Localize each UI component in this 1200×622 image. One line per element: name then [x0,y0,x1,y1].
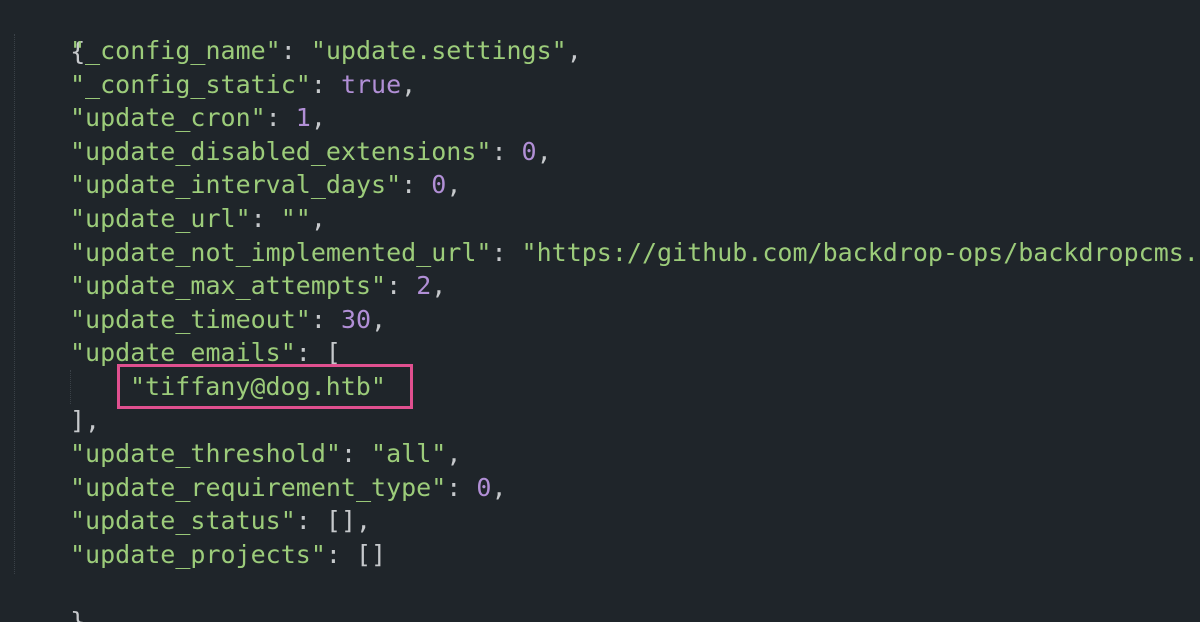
code-line: "update_emails": [ [70,336,341,370]
json-key: "update_url" [70,204,251,233]
nested-indent-guide [70,370,71,404]
code-line: "update_not_implemented_url": "https://g… [70,236,1200,270]
json-key: "update_projects" [70,540,326,569]
json-trailing-comma: , [401,69,417,99]
json-value: [] [355,540,387,569]
json-key: "update_not_implemented_url" [70,237,492,267]
code-line: "update_interval_days": 0, [70,168,461,202]
code-line: "update_projects": [] [70,538,386,572]
code-line: "update_status": [], [70,504,371,538]
close-brace-line: } [10,571,85,622]
json-separator: : [265,103,296,133]
json-value: 2 [416,271,432,301]
json-separator: : [250,204,281,233]
json-separator: : [310,69,341,99]
json-key: "_config_static" [70,69,311,99]
json-value: true [340,69,402,99]
json-trailing-comma: , [310,103,326,133]
json-value: "" [280,204,311,233]
close-brace: } [70,607,86,622]
code-editor[interactable]: { "_config_name": "update.settings", "_co… [0,0,1200,622]
code-line: ], [70,404,100,438]
json-separator: : [295,506,326,536]
json-key: "update_max_attempts" [70,271,387,301]
json-separator: : [491,136,522,166]
code-line: "update_url": "", [70,202,326,236]
json-value: [ [325,338,341,368]
json-key: "update_status" [70,506,296,536]
json-value: "update.settings" [310,36,567,65]
json-key: "_config_name" [70,36,281,65]
json-key: "update_disabled_extensions" [70,136,492,166]
json-separator: : [386,271,417,301]
json-trailing-comma: , [491,472,507,502]
json-trailing-comma: , [446,439,462,469]
json-value: [] [325,506,356,536]
open-brace-line: { [10,1,85,66]
json-key: "update_cron" [70,103,266,133]
json-trailing-comma: , [566,36,582,65]
json-value: 1 [295,103,311,133]
json-trailing-comma: , [431,271,447,301]
json-trailing-comma: , [356,506,372,536]
json-value: "all" [371,439,447,469]
code-line: "tiffany@dog.htb" [130,370,386,404]
json-value: 30 [340,304,372,334]
email-value: "tiffany@dog.htb" [130,372,386,401]
json-trailing-comma: , [371,304,387,334]
code-line: "_config_static": true, [70,68,416,102]
json-separator: : [295,338,326,368]
json-value: 0 [476,472,492,502]
json-separator: : [491,237,522,267]
json-trailing-comma: , [310,204,326,233]
json-separator: : [325,540,356,569]
code-line: "update_max_attempts": 2, [70,269,446,303]
json-value: 0 [431,170,447,200]
json-key: "update_emails" [70,338,296,368]
json-key: "update_interval_days" [70,170,402,200]
json-trailing-comma: , [446,170,462,200]
indent-guide [14,34,15,574]
code-line: "update_disabled_extensions": 0, [70,135,552,169]
json-separator: : [310,304,341,334]
json-separator: : [340,439,372,469]
code-line: "update_threshold": "all", [70,437,461,471]
json-trailing-comma: , [536,136,552,166]
code-line: "update_requirement_type": 0, [70,471,507,505]
json-value: ], [70,405,101,435]
code-line: "_config_name": "update.settings", [70,34,582,68]
code-line: "update_timeout": 30, [70,303,386,337]
json-key: "update_requirement_type" [70,472,447,502]
json-separator: : [280,36,311,65]
json-separator: : [446,472,477,502]
json-separator: : [401,170,432,200]
json-value: "https://github.com/backdrop-ops/backdro… [521,237,1200,267]
json-key: "update_threshold" [70,439,341,469]
json-key: "update_timeout" [70,304,311,334]
json-value: 0 [521,136,537,166]
code-line: "update_cron": 1, [70,101,326,135]
